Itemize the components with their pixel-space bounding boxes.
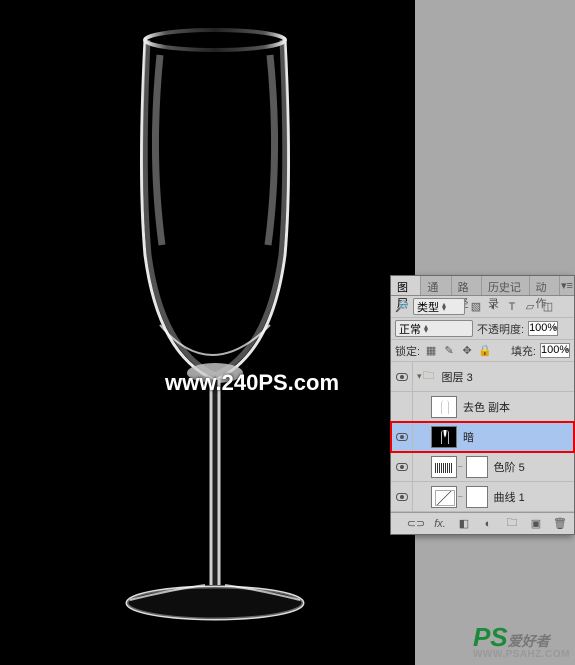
adjustment-thumbnail[interactable] xyxy=(431,486,457,508)
delete-layer-icon[interactable]: 🗑 xyxy=(552,516,568,532)
tab-layers[interactable]: 图层 xyxy=(391,276,421,295)
fx-icon[interactable]: fx. xyxy=(432,516,448,532)
filter-type-label: 类型 xyxy=(417,299,439,315)
site-logo: PS爱好者 WWW.PSAHZ.COM xyxy=(473,622,570,660)
new-group-icon[interactable]: 🗀 xyxy=(504,516,520,532)
layer-name: 暗 xyxy=(463,429,474,445)
visibility-toggle[interactable] xyxy=(391,452,413,481)
link-layers-icon[interactable]: ⊂⊃ xyxy=(408,516,424,532)
visibility-toggle[interactable] xyxy=(391,362,413,391)
opacity-label: 不透明度: xyxy=(477,321,524,337)
blend-row: 正常 ▴▾ 不透明度: 100% xyxy=(391,318,574,340)
new-layer-icon[interactable]: ▣ xyxy=(528,516,544,532)
lock-label: 锁定: xyxy=(395,343,420,359)
visibility-toggle[interactable] xyxy=(391,392,413,421)
layer-thumbnail[interactable] xyxy=(431,396,457,418)
lock-all-icon[interactable]: 🔒 xyxy=(478,344,492,358)
search-icon[interactable]: 🔎 xyxy=(395,300,409,314)
layers-panel: 图层 通道 路径 历史记录 动作 ▾≡ 🔎 类型 ▴▾ ▧ ◐ T ▱ ◫ 正常… xyxy=(390,275,575,535)
filter-pixel-icon[interactable]: ▧ xyxy=(469,300,483,314)
layer-name: 去色 副本 xyxy=(463,399,510,415)
logo-cn: 爱好者 xyxy=(508,633,550,649)
logo-ps: PS xyxy=(473,622,508,652)
panel-bottom-bar: ⊂⊃ fx. ◧ ◐ 🗀 ▣ 🗑 xyxy=(391,512,574,534)
blend-mode-select[interactable]: 正常 ▴▾ xyxy=(395,320,473,337)
lock-row: 锁定: ▦ ✎ ✥ 🔒 填充: 100% xyxy=(391,340,574,362)
layers-list: ▾ 🗀 图层 3 去色 副本 暗 ⎯ 色阶 5 xyxy=(391,362,574,512)
add-mask-icon[interactable]: ◧ xyxy=(456,516,472,532)
link-icon: ⎯ xyxy=(458,491,463,502)
layer-group[interactable]: ▾ 🗀 图层 3 xyxy=(391,362,574,392)
layer-row[interactable]: ⎯ 曲线 1 xyxy=(391,482,574,512)
layer-row[interactable]: 去色 副本 xyxy=(391,392,574,422)
fill-input[interactable]: 100% xyxy=(540,343,570,358)
tab-history[interactable]: 历史记录 xyxy=(482,276,530,295)
fill-label: 填充: xyxy=(511,343,536,359)
wineglass-image xyxy=(50,25,380,635)
tab-paths[interactable]: 路径 xyxy=(452,276,482,295)
lock-pixels-icon[interactable]: ✎ xyxy=(442,344,456,358)
opacity-input[interactable]: 100% xyxy=(528,321,558,336)
watermark-text: www.240PS.com xyxy=(165,370,339,396)
tab-actions[interactable]: 动作 xyxy=(530,276,560,295)
filter-row: 🔎 类型 ▴▾ ▧ ◐ T ▱ ◫ xyxy=(391,296,574,318)
blend-mode-value: 正常 xyxy=(399,321,421,337)
layer-mask[interactable] xyxy=(466,486,488,508)
layer-mask[interactable] xyxy=(466,456,488,478)
visibility-toggle[interactable] xyxy=(391,482,413,511)
tab-channels[interactable]: 通道 xyxy=(421,276,451,295)
layer-row[interactable]: ⎯ 色阶 5 xyxy=(391,452,574,482)
layer-thumbnail[interactable] xyxy=(431,426,457,448)
filter-type-icon[interactable]: T xyxy=(505,300,519,314)
filter-adjust-icon[interactable]: ◐ xyxy=(487,300,501,314)
adjustment-thumbnail[interactable] xyxy=(431,456,457,478)
layer-name: 曲线 1 xyxy=(494,489,525,505)
folder-icon: 🗀 xyxy=(422,370,436,384)
link-icon: ⎯ xyxy=(458,461,463,472)
filter-shape-icon[interactable]: ▱ xyxy=(523,300,537,314)
add-adjustment-icon[interactable]: ◐ xyxy=(480,516,496,532)
visibility-toggle[interactable] xyxy=(391,422,413,451)
layer-row[interactable]: 暗 xyxy=(391,422,574,452)
filter-type-select[interactable]: 类型 ▴▾ xyxy=(413,298,465,315)
filter-smart-icon[interactable]: ◫ xyxy=(541,300,555,314)
document-canvas[interactable]: www.240PS.com xyxy=(0,0,415,665)
lock-position-icon[interactable]: ✥ xyxy=(460,344,474,358)
layer-name: 色阶 5 xyxy=(494,459,525,475)
group-name: 图层 3 xyxy=(442,369,473,385)
lock-transparency-icon[interactable]: ▦ xyxy=(424,344,438,358)
logo-url: WWW.PSAHZ.COM xyxy=(473,649,570,660)
panel-menu-icon[interactable]: ▾≡ xyxy=(560,276,574,295)
panel-tabs: 图层 通道 路径 历史记录 动作 ▾≡ xyxy=(391,276,574,296)
